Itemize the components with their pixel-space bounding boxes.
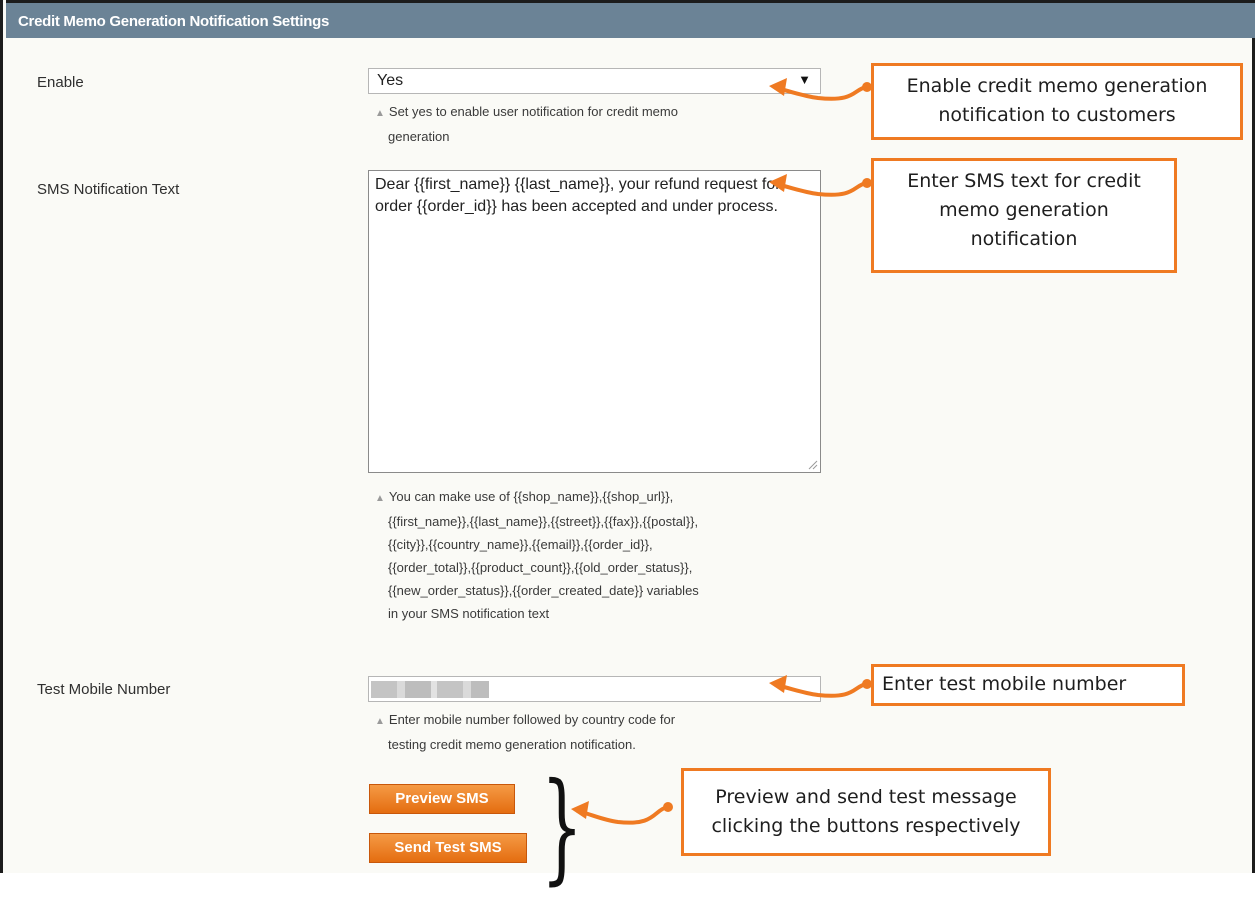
arrow-head xyxy=(769,174,787,192)
arrow-head xyxy=(769,675,787,693)
arrow-head xyxy=(571,801,589,819)
curved-arrow-icon xyxy=(774,181,868,197)
arrow-dot xyxy=(862,82,872,92)
arrow-head xyxy=(769,78,787,96)
arrow-dot xyxy=(862,679,872,689)
curved-arrow-icon xyxy=(576,805,669,825)
curved-arrow-icon xyxy=(774,85,868,101)
annotation-arrows xyxy=(571,78,872,825)
arrow-dot xyxy=(862,178,872,188)
settings-panel: Credit Memo Generation Notification Sett… xyxy=(0,0,1255,888)
curved-arrow-icon xyxy=(774,682,868,698)
arrow-dot xyxy=(663,802,673,812)
